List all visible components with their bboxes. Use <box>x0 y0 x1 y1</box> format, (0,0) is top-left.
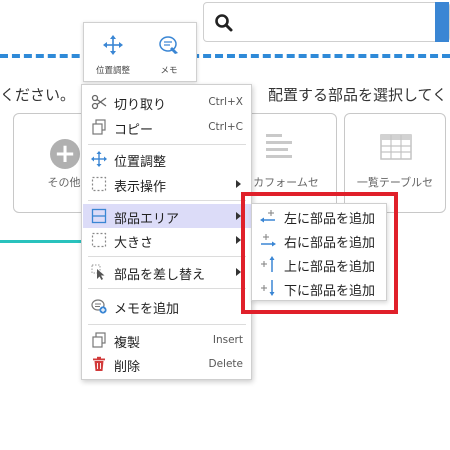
table-grid-icon <box>380 134 412 160</box>
submenu-arrow-icon <box>236 180 241 188</box>
menu-separator <box>88 288 246 289</box>
plus-circle-icon: + <box>50 139 80 169</box>
menu-item-label: メモを追加 <box>114 302 180 317</box>
menu-item-label: 部品エリア <box>114 212 180 227</box>
menu-item-delete[interactable]: 削除 Delete <box>83 352 251 376</box>
dashed-divider <box>0 54 450 58</box>
menu-item-add-memo[interactable]: メモを追加 <box>83 294 251 318</box>
replace-cursor-icon <box>91 264 105 280</box>
memo-button-label: メモ <box>160 66 178 76</box>
menu-item-label: 削除 <box>114 360 141 375</box>
menu-item-label: 表示操作 <box>114 180 167 195</box>
card-label: 一覧テーブルセ <box>356 176 434 189</box>
menu-item-shortcut: Delete <box>208 358 244 370</box>
menu-item-move[interactable]: 位置調整 <box>83 147 251 171</box>
search-button-edge[interactable] <box>435 2 449 42</box>
menu-separator <box>88 144 246 145</box>
menu-item-shortcut: Ctrl+X <box>208 96 243 108</box>
highlight-annotation-box <box>241 192 398 314</box>
menu-item-label: 位置調整 <box>114 155 167 170</box>
menu-item-label: コピー <box>114 123 154 138</box>
menu-item-copy[interactable]: コピー Ctrl+C <box>83 115 251 139</box>
move-arrows-icon <box>91 151 107 167</box>
memo-button[interactable]: メモ <box>141 23 197 83</box>
dotted-square-icon <box>91 176 107 192</box>
menu-item-label: 複製 <box>114 336 141 351</box>
copy-icon <box>92 119 106 135</box>
memo-add-icon <box>91 299 107 314</box>
menu-item-display[interactable]: 表示操作 <box>83 172 251 196</box>
instruction-text-left: ください。 <box>0 86 76 104</box>
trash-icon <box>93 356 105 371</box>
menu-separator <box>88 256 246 257</box>
menu-item-shortcut: Ctrl+C <box>208 121 243 133</box>
menu-item-label: 切り取り <box>114 98 167 113</box>
form-lines-icon <box>266 134 292 158</box>
move-button[interactable]: 位置調整 <box>85 23 141 83</box>
menu-item-replace[interactable]: 部品を差し替え <box>83 260 251 284</box>
scissors-icon <box>91 94 107 110</box>
menu-item-shortcut: Insert <box>212 334 243 346</box>
floating-toolbar: 位置調整 メモ <box>83 22 197 82</box>
search-box[interactable] <box>203 2 450 42</box>
menu-item-duplicate[interactable]: 複製 Insert <box>83 328 251 352</box>
search-icon <box>215 14 233 32</box>
area-split-icon <box>91 208 107 224</box>
menu-item-label: 大きさ <box>114 236 154 251</box>
context-menu: 切り取り Ctrl+X コピー Ctrl+C 位置調整 表示操作 部品エリア 大… <box>81 84 252 380</box>
move-button-label: 位置調整 <box>95 66 130 76</box>
dotted-square-icon <box>91 232 107 248</box>
menu-item-label: 部品を差し替え <box>114 268 206 283</box>
menu-separator <box>88 324 246 325</box>
memo-icon <box>159 36 178 54</box>
instruction-text-right: 配置する部品を選択してく <box>268 86 448 104</box>
menu-item-part-area[interactable]: 部品エリア <box>83 204 251 228</box>
menu-item-cut[interactable]: 切り取り Ctrl+X <box>83 90 251 114</box>
menu-item-size[interactable]: 大きさ <box>83 228 251 252</box>
move-arrows-icon <box>103 35 123 55</box>
duplicate-icon <box>92 332 106 348</box>
menu-separator <box>88 200 246 201</box>
